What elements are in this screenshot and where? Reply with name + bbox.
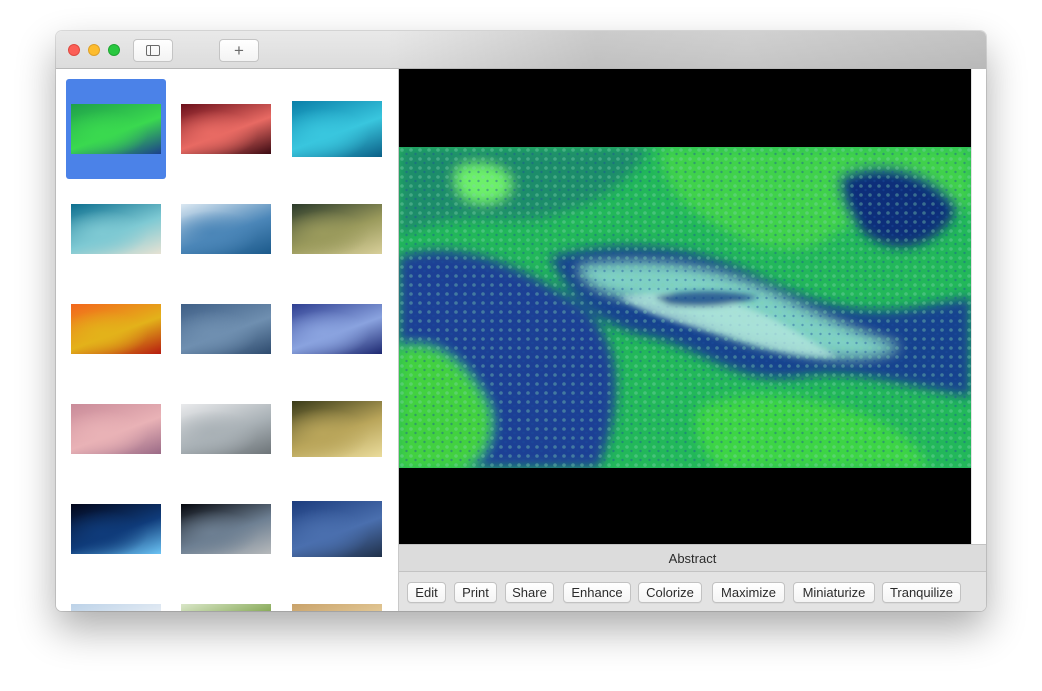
- thumbnail-image: [292, 101, 382, 157]
- thumbnail-mountain-night[interactable]: [287, 479, 387, 579]
- preview-scroll-gutter[interactable]: [971, 69, 986, 544]
- thumbnail-golden-cliff[interactable]: [287, 379, 387, 479]
- thumbnail-sky-clouds[interactable]: [66, 579, 166, 611]
- thumbnail-image: [292, 401, 382, 457]
- miniaturize-button[interactable]: Miniaturize: [793, 582, 875, 603]
- image-caption: Abstract: [399, 544, 986, 572]
- thumbnail-beach-shore[interactable]: [66, 179, 166, 279]
- plus-icon: +: [234, 41, 244, 60]
- thumbnail-image: [71, 304, 161, 354]
- thumbnail-image: [71, 504, 161, 554]
- minimize-button[interactable]: [88, 44, 100, 56]
- thumbnail-image: [181, 604, 271, 611]
- thumbnail-image: [292, 604, 382, 611]
- thumbnail-blue-ice[interactable]: [287, 279, 387, 379]
- thumbnail-earth-moon[interactable]: [66, 479, 166, 579]
- thumbnail-image: [181, 204, 271, 254]
- enhance-button[interactable]: Enhance: [563, 582, 631, 603]
- thumbnail-earth-surface[interactable]: [176, 479, 276, 579]
- preview-image: [399, 147, 971, 468]
- thumbnail-orange-painting[interactable]: [66, 279, 166, 379]
- thumbnail-image: [71, 104, 161, 154]
- thumbnail-grass-field[interactable]: [287, 179, 387, 279]
- tranquilize-button[interactable]: Tranquilize: [882, 582, 961, 603]
- action-button-bar: Edit Print Share Enhance Colorize Maximize Min…: [399, 572, 986, 611]
- thumbnail-pink-sand[interactable]: [66, 379, 166, 479]
- thumbnail-image: [292, 204, 382, 254]
- thumbnail-image: [181, 504, 271, 554]
- share-button[interactable]: Share: [505, 582, 554, 603]
- image-preview: [399, 69, 971, 544]
- maximize-button[interactable]: Maximize: [712, 582, 785, 603]
- thumbnail-abstract-green[interactable]: [66, 79, 166, 179]
- thumbnail-image: [181, 104, 271, 154]
- thumbnail-turquoise-water[interactable]: [287, 79, 387, 179]
- zoom-button[interactable]: [108, 44, 120, 56]
- print-button[interactable]: Print: [454, 582, 497, 603]
- edit-button[interactable]: Edit: [407, 582, 446, 603]
- thumbnail-foggy-lake[interactable]: [176, 379, 276, 479]
- thumbnail-desert-dune[interactable]: [287, 579, 387, 611]
- title-bar[interactable]: +: [56, 31, 986, 69]
- sidebar-icon: [146, 45, 160, 56]
- new-tab-button[interactable]: +: [219, 39, 259, 62]
- thumbnail-image: [181, 404, 271, 454]
- thumbnail-blue-forest[interactable]: [176, 179, 276, 279]
- close-button[interactable]: [68, 44, 80, 56]
- thumbnail-red-canyon[interactable]: [176, 79, 276, 179]
- thumbnail-image: [71, 204, 161, 254]
- app-window: + Abstract Edit Print Share Enhance Colo…: [56, 31, 986, 611]
- colorize-button[interactable]: Colorize: [638, 582, 702, 603]
- thumbnail-image: [181, 304, 271, 354]
- title-bar-shade: [386, 31, 986, 68]
- thumbnail-image: [292, 304, 382, 354]
- thumbnail-grid[interactable]: [56, 69, 398, 611]
- thumbnail-image: [71, 404, 161, 454]
- thumbnail-green-tree[interactable]: [176, 579, 276, 611]
- sidebar-toggle-button[interactable]: [133, 39, 173, 62]
- thumbnail-image: [71, 604, 161, 611]
- thumbnail-image: [292, 501, 382, 557]
- thumbnail-blue-ripples[interactable]: [176, 279, 276, 379]
